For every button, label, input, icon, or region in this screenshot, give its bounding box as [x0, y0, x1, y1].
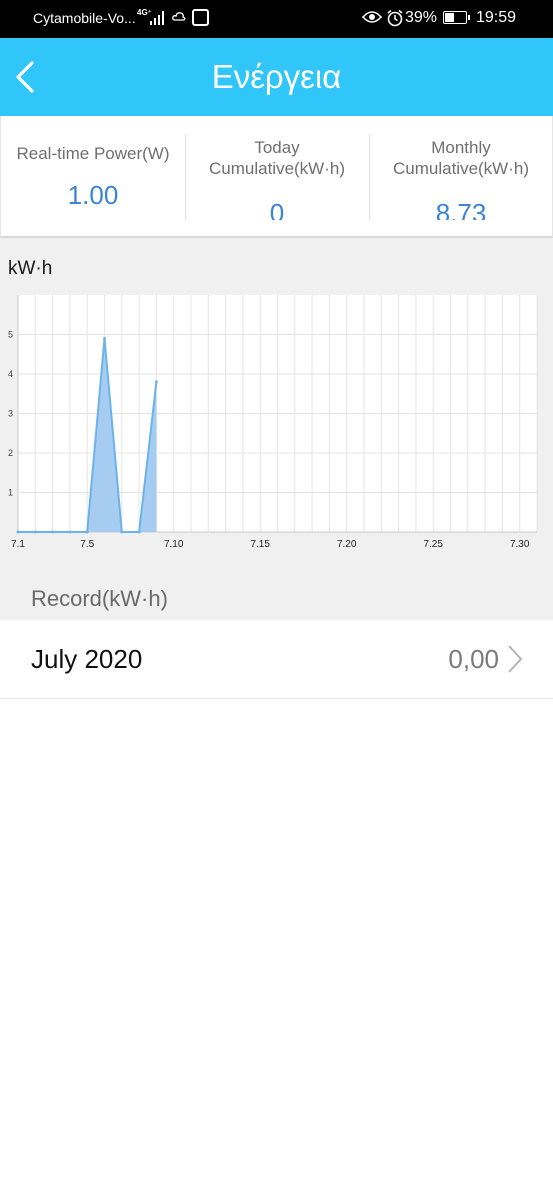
chart-unit-label: kW·h: [8, 258, 53, 279]
realtime-power-label: Real-time Power(W): [16, 144, 170, 163]
data-point: [154, 380, 158, 384]
x-tick-label: 7.10: [164, 539, 184, 550]
clock: 19:59: [476, 9, 517, 26]
x-tick-label: 7.1: [11, 539, 25, 550]
data-point: [68, 530, 72, 534]
data-point: [51, 530, 55, 534]
alarm-icon: [387, 9, 403, 27]
today-cumulative-value: 0: [269, 198, 285, 220]
data-point: [137, 530, 141, 534]
cloud-icon: [172, 12, 186, 21]
battery-percent: 39%: [405, 9, 438, 26]
energy-chart[interactable]: 1 2 3 4 5 7.1 7.5 7.10 7.15 7.20 7.25 7.30: [0, 238, 553, 568]
signal-icon: [150, 11, 164, 25]
data-point: [103, 336, 106, 340]
x-tick-label: 7.20: [337, 539, 357, 550]
chevron-right-icon: [508, 645, 523, 673]
data-point: [16, 530, 20, 534]
y-tick-label: 3: [8, 409, 13, 419]
data-point: [120, 530, 124, 534]
eye-icon: [362, 11, 382, 23]
today-cumulative-label-line1: Today: [254, 138, 300, 157]
sim-icon: [192, 9, 209, 26]
monthly-cumulative-label-line1: Monthly: [431, 138, 491, 157]
monthly-cumulative-label-line2: Cumulative(kW·h): [392, 159, 530, 178]
data-point: [33, 530, 37, 534]
record-section-label: Record(kW·h): [31, 586, 168, 611]
x-tick-label: 7.15: [250, 539, 270, 550]
y-tick-label: 1: [8, 488, 13, 498]
today-cumulative-label-line2: Cumulative(kW·h): [208, 159, 346, 178]
record-row-july-2020[interactable]: July 2020 0,00: [0, 620, 553, 699]
y-tick-label: 4: [8, 369, 13, 379]
battery-icon: [443, 11, 470, 24]
x-tick-label: 7.25: [423, 539, 443, 550]
today-cumulative-stat: Today Cumulative(kW·h) 0: [185, 116, 369, 236]
energy-stats-panel: Real-time Power(W) 1.00 Today Cumulative…: [0, 116, 553, 238]
y-tick-label: 2: [8, 448, 13, 458]
energy-chart-section: 1 2 3 4 5 7.1 7.5 7.10 7.15 7.20 7.25 7.30 kW·h Rec…: [0, 238, 553, 620]
x-tick-label: 7.30: [510, 539, 530, 550]
y-tick-label: 5: [8, 330, 13, 340]
record-value: 0,00: [448, 644, 499, 674]
data-point: [85, 530, 89, 534]
x-tick-label: 7.5: [80, 539, 94, 550]
realtime-power-stat: Real-time Power(W) 1.00: [1, 116, 185, 236]
carrier-name: Cytamobile-Vo...: [33, 10, 136, 26]
page-title: Ενέργεια: [211, 58, 342, 95]
record-month: July 2020: [31, 644, 143, 674]
app-header: Ενέργεια: [0, 38, 553, 116]
monthly-cumulative-stat: Monthly Cumulative(kW·h) 8.73: [369, 116, 553, 236]
realtime-power-value: 1.00: [67, 180, 119, 210]
status-bar: Cytamobile-Vo... 4G⁺ 39% 19:59: [0, 0, 553, 38]
monthly-cumulative-value: 8.73: [435, 198, 487, 220]
